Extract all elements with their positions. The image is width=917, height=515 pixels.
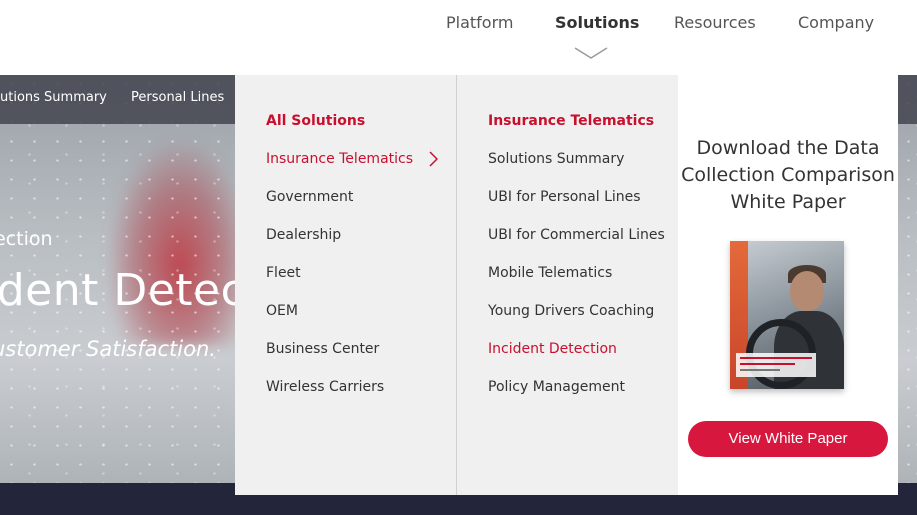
nav-company[interactable]: Company — [798, 13, 874, 33]
menu-item-oem[interactable]: OEM — [266, 303, 298, 319]
hero-kicker: ection — [0, 228, 53, 250]
submenu-item-ubi-personal-lines[interactable]: UBI for Personal Lines — [488, 189, 641, 205]
chevron-right-icon — [429, 151, 438, 167]
white-paper-cover-image[interactable] — [730, 241, 844, 389]
submenu-heading-insurance-telematics[interactable]: Insurance Telematics — [488, 113, 654, 129]
hero-subtitle: ustomer Satisfaction. — [0, 337, 216, 361]
top-navigation: Platform Solutions Resources Company — [0, 0, 917, 75]
promo-title-line: Download the Data — [696, 137, 880, 159]
nav-resources[interactable]: Resources — [674, 13, 756, 33]
submenu-item-solutions-summary[interactable]: Solutions Summary — [488, 151, 624, 167]
submenu-item-mobile-telematics[interactable]: Mobile Telematics — [488, 265, 612, 281]
menu-item-all-solutions[interactable]: All Solutions — [266, 113, 365, 129]
menu-column-categories: All Solutions Insurance Telematics Gover… — [235, 75, 456, 495]
promo-panel: Download the Data Collection Comparison … — [678, 75, 898, 495]
view-white-paper-button[interactable]: View White Paper — [688, 421, 888, 457]
menu-item-dealership[interactable]: Dealership — [266, 227, 341, 243]
submenu-item-incident-detection[interactable]: Incident Detection — [488, 341, 617, 357]
submenu-item-young-drivers-coaching[interactable]: Young Drivers Coaching — [488, 303, 654, 319]
submenu-item-ubi-commercial-lines[interactable]: UBI for Commercial Lines — [488, 227, 665, 243]
menu-column-insurance-telematics: Insurance Telematics Solutions Summary U… — [457, 75, 678, 495]
promo-title-line: Collection Comparison — [681, 164, 895, 186]
promo-title-line: White Paper — [730, 191, 846, 213]
subnav-solutions-summary[interactable]: utions Summary — [0, 90, 107, 105]
promo-title: Download the Data Collection Comparison … — [678, 135, 898, 216]
nav-solutions[interactable]: Solutions — [555, 13, 639, 33]
solutions-mega-menu: All Solutions Insurance Telematics Gover… — [235, 75, 898, 495]
submenu-item-policy-management[interactable]: Policy Management — [488, 379, 625, 395]
subnav-personal-lines[interactable]: Personal Lines — [131, 90, 224, 105]
menu-item-wireless-carriers[interactable]: Wireless Carriers — [266, 379, 384, 395]
menu-item-fleet[interactable]: Fleet — [266, 265, 301, 281]
menu-item-insurance-telematics[interactable]: Insurance Telematics — [266, 151, 413, 167]
nav-platform[interactable]: Platform — [446, 13, 513, 33]
menu-item-business-center[interactable]: Business Center — [266, 341, 379, 357]
chevron-down-icon — [574, 47, 608, 59]
menu-item-government[interactable]: Government — [266, 189, 353, 205]
